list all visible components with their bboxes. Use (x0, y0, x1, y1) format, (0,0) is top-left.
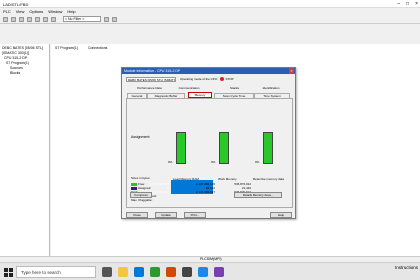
paste-icon[interactable] (43, 16, 48, 22)
dialog-close-icon[interactable]: × (289, 68, 294, 74)
operating-mode-value: STOP (225, 77, 234, 81)
menu-bar: PLC View Options Window Help (0, 8, 420, 15)
plcsim-icon[interactable] (166, 267, 176, 277)
assignment-label: Assignment: (131, 135, 151, 139)
work-memory-bar-fill (220, 133, 228, 163)
col-load-memory: Load Memory RAM (173, 177, 199, 181)
simatic-manager-icon[interactable] (150, 267, 160, 277)
col-work-memory: Work Memory (218, 177, 237, 181)
memory-assignment-chart: 0% 0% 0% (168, 132, 296, 174)
filter-combo[interactable]: < No Filter > (63, 16, 101, 22)
project-tree-pane (0, 44, 50, 256)
close-button[interactable]: Close (126, 212, 148, 218)
terminal-icon[interactable] (182, 267, 192, 277)
windows-start-icon[interactable] (4, 268, 13, 277)
load-memory-bar (176, 132, 186, 164)
tree-item-station[interactable]: [SIMATIC 300(1)] (2, 51, 29, 55)
object-connections[interactable]: Connections (88, 46, 107, 50)
download-icon[interactable] (51, 16, 56, 22)
help-button[interactable]: Help (270, 212, 292, 218)
retentive-memory-pct: 0% (255, 160, 260, 164)
dialog-title: Module Information - CPU 315-2 DP (122, 68, 295, 74)
menu-plc[interactable]: PLC (3, 9, 11, 14)
media-icon[interactable] (214, 267, 224, 277)
cut-icon[interactable] (27, 16, 32, 22)
operating-mode: Operating mode of the CPU: STOP (180, 77, 234, 82)
menu-view[interactable]: View (16, 9, 25, 14)
row-label: Max. Pluggable: (131, 198, 153, 202)
work-memory-pct: 0% (211, 160, 216, 164)
tab-identification[interactable]: Identification (252, 86, 290, 90)
status-text: PLCSIM(MPI) (200, 257, 222, 261)
work-memory-bar (219, 132, 229, 164)
maximize-icon[interactable]: □ (406, 1, 409, 7)
title-bar: LAD/STL/FBD – □ × (0, 0, 420, 8)
close-icon[interactable]: × (415, 1, 418, 7)
taskbar-search-input[interactable]: Type here to search (16, 266, 96, 278)
compress-button[interactable]: Compress (130, 192, 152, 198)
operating-mode-label: Operating mode of the CPU: (180, 77, 218, 81)
window-controls: – □ × (397, 1, 418, 7)
table-cell: 2,147,483,647 (149, 182, 169, 186)
update-button[interactable]: Update (155, 212, 177, 218)
browser-icon[interactable] (134, 267, 144, 277)
load-memory-bar-fill (177, 133, 185, 163)
app-icon[interactable] (198, 267, 208, 277)
col-retentive-memory: Retentive memory data (253, 177, 285, 181)
details-memory-area-button[interactable]: Details Memory Area... (234, 192, 282, 198)
tab-performance-data[interactable]: Performance Data (132, 86, 167, 90)
module-path-field: DEBC BATES [05/06 STL] [SIMATIC 300(1)] (126, 77, 176, 82)
file-explorer-icon[interactable] (118, 267, 128, 277)
new-icon[interactable] (3, 16, 8, 22)
tree-item-sources[interactable]: Sources (10, 66, 23, 70)
retentive-memory-bar (263, 132, 273, 164)
load-memory-pct: 0% (168, 160, 173, 164)
object-program[interactable]: S7 Program(1) (55, 46, 78, 50)
tab-stacks[interactable]: Stacks (222, 86, 247, 90)
toolbar: < No Filter > (0, 15, 420, 24)
open-icon[interactable] (11, 16, 16, 22)
tree-item-program[interactable]: S7 Program(1) (6, 61, 29, 65)
taskbar: Type here to search Instructions (0, 262, 420, 280)
table-cell: 2,147,483,647 (195, 190, 215, 194)
view-details-icon[interactable] (112, 16, 117, 22)
module-information-dialog: Module Information - CPU 315-2 DP × DEBC… (121, 67, 296, 219)
task-view-icon[interactable] (102, 267, 112, 277)
menu-help[interactable]: Help (67, 9, 75, 14)
print-button[interactable]: Print... (184, 212, 206, 218)
minimize-icon[interactable]: – (397, 1, 400, 7)
view-list-icon[interactable] (104, 16, 109, 22)
app-title: LAD/STL/FBD (3, 2, 29, 7)
object-list-header: S7 Program(1) Connections (55, 46, 107, 50)
sizes-caption: Sizes in bytes: (131, 176, 151, 180)
stop-status-icon (219, 77, 224, 82)
system-tray-text: Instructions (394, 265, 418, 270)
menu-window[interactable]: Window (48, 9, 62, 14)
tab-communication[interactable]: Communication (170, 86, 208, 90)
tree-item-blocks[interactable]: Blocks (10, 71, 20, 75)
menu-options[interactable]: Options (29, 9, 43, 14)
save-icon[interactable] (19, 16, 24, 22)
tree-item-cpu[interactable]: CPU 315-2 DP (4, 56, 27, 60)
copy-icon[interactable] (35, 16, 40, 22)
legend-swatch (131, 182, 137, 186)
tree-item-project[interactable]: DEBC BATES [05/06 STL] (2, 46, 43, 50)
retentive-memory-bar-fill (264, 133, 272, 163)
